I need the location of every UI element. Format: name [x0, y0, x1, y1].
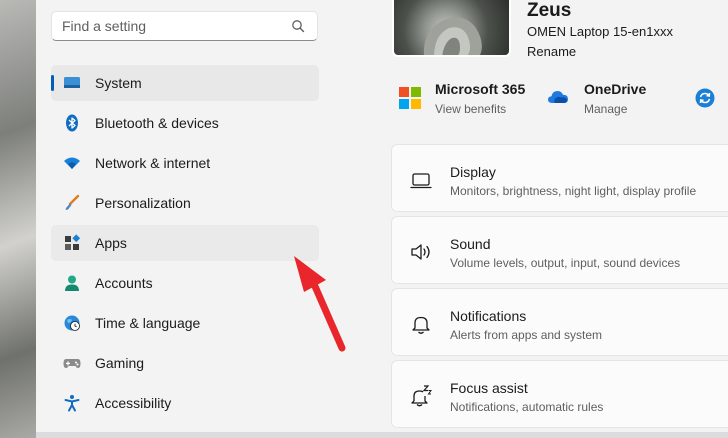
promo-title: Microsoft 365 [435, 81, 526, 97]
sidebar-item-label: Network & internet [95, 155, 211, 171]
sidebar-item-network-internet[interactable]: Network & internet [51, 145, 319, 181]
brush-icon [65, 194, 80, 210]
accessibility-icon [64, 395, 80, 412]
selection-indicator [51, 75, 54, 91]
promo-title: OneDrive [584, 81, 647, 97]
settings-card-sound[interactable]: Sound Volume levels, output, input, soun… [391, 216, 728, 284]
card-subtitle: Volume levels, output, input, sound devi… [450, 256, 681, 270]
card-subtitle: Alerts from apps and system [450, 328, 603, 342]
bluetooth-icon [66, 114, 78, 132]
search-icon[interactable] [291, 19, 305, 33]
card-title: Notifications [450, 308, 527, 324]
sidebar-item-accessibility[interactable]: Accessibility [51, 385, 319, 421]
globe-clock-icon [64, 315, 80, 331]
onedrive-cloud-icon [548, 91, 568, 103]
card-subtitle: Monitors, brightness, night light, displ… [450, 184, 697, 198]
display-icon [410, 173, 432, 189]
sidebar-item-label: Bluetooth & devices [95, 115, 219, 131]
sidebar-item-label: Accessibility [95, 395, 172, 411]
device-wallpaper-thumbnail[interactable] [392, 0, 511, 57]
card-title: Focus assist [450, 380, 528, 396]
search-input[interactable] [62, 12, 282, 40]
sidebar-item-label: Gaming [95, 355, 145, 371]
user-name: Zeus [527, 0, 572, 21]
promo-subtitle: Manage [584, 102, 628, 116]
card-title: Sound [450, 236, 491, 252]
sidebar-item-accounts[interactable]: Accounts [51, 265, 319, 301]
microsoft-logo-icon [399, 87, 421, 109]
sidebar-item-gaming[interactable]: Gaming [51, 345, 319, 381]
search-box[interactable] [51, 11, 318, 41]
sidebar-item-system[interactable]: System [51, 65, 319, 101]
window-bottom-edge [36, 432, 728, 438]
sidebar-item-label: Apps [95, 235, 127, 251]
desktop-wallpaper [0, 0, 36, 438]
sidebar-item-label: System [95, 75, 142, 91]
gamepad-icon [63, 359, 81, 368]
card-subtitle: Notifications, automatic rules [450, 400, 604, 414]
settings-card-focus-assist[interactable]: Focus assist Notifications, automatic ru… [391, 360, 728, 428]
promo-subtitle: View benefits [435, 102, 507, 116]
settings-card-display[interactable]: Display Monitors, brightness, night ligh… [391, 144, 728, 212]
sidebar-item-label: Time & language [95, 315, 201, 331]
card-title: Display [450, 164, 496, 180]
bloom-image [423, 17, 482, 55]
sidebar-item-label: Accounts [95, 275, 153, 291]
sidebar-item-bluetooth-devices[interactable]: Bluetooth & devices [51, 105, 319, 141]
rename-link[interactable]: Rename [527, 44, 576, 59]
bell-icon [412, 316, 430, 334]
sync-icon[interactable] [695, 88, 715, 108]
system-icon [64, 77, 80, 88]
wifi-icon [64, 157, 80, 169]
apps-icon [65, 234, 81, 250]
sidebar-item-label: Personalization [95, 195, 191, 211]
sidebar-item-time-language[interactable]: Time & language [51, 305, 319, 341]
person-icon [65, 275, 79, 291]
annotation-arrow-icon [294, 256, 346, 352]
sidebar-item-personalization[interactable]: Personalization [51, 185, 319, 221]
device-name: OMEN Laptop 15-en1xxx [527, 24, 673, 39]
sidebar-item-apps[interactable]: Apps [51, 225, 319, 261]
settings-card-notifications[interactable]: Notifications Alerts from apps and syste… [391, 288, 728, 356]
speaker-icon [411, 244, 430, 260]
focus-assist-icon [411, 385, 432, 407]
